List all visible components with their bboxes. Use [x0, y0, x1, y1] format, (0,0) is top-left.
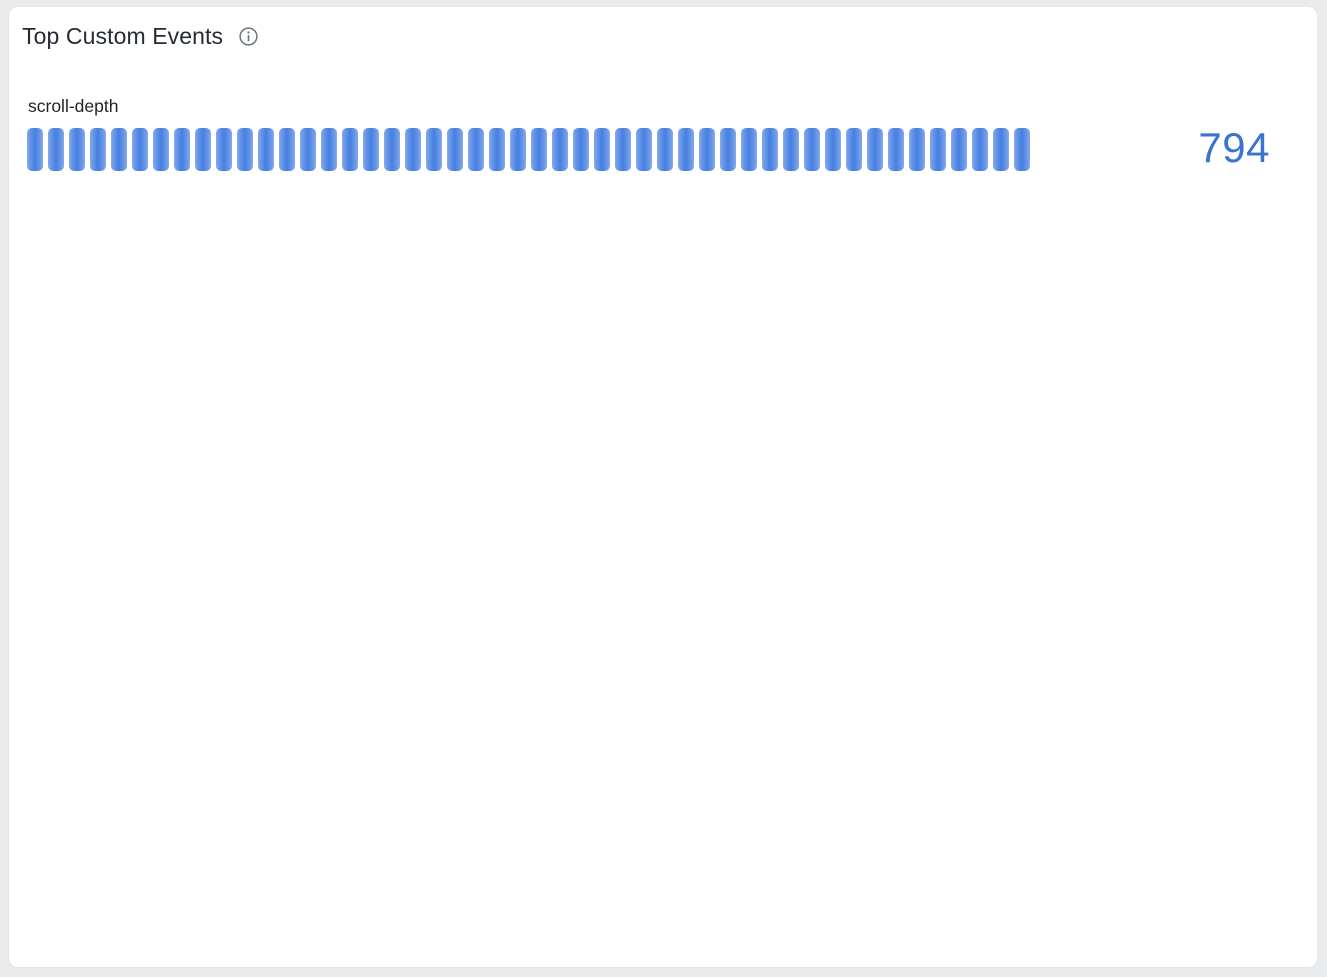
bar-segment — [573, 128, 589, 171]
bar-segment — [615, 128, 631, 171]
bar-segment — [489, 128, 505, 171]
bar-segment — [195, 128, 211, 171]
bar-segment — [132, 128, 148, 171]
bar-segment — [993, 128, 1009, 171]
bar-segment — [972, 128, 988, 171]
bar-segment — [594, 128, 610, 171]
bar-segment — [90, 128, 106, 171]
bar-segment — [846, 128, 862, 171]
card-header: Top Custom Events — [22, 21, 259, 51]
bar-segment — [657, 128, 673, 171]
bar-segment — [825, 128, 841, 171]
bar-segment — [111, 128, 127, 171]
bar-segment — [741, 128, 757, 171]
bar-segment — [636, 128, 652, 171]
bar-segment — [552, 128, 568, 171]
bar-segment — [321, 128, 337, 171]
bar-segment — [342, 128, 358, 171]
bar-segment — [426, 128, 442, 171]
bar-segment — [531, 128, 547, 171]
bar-segment — [48, 128, 64, 171]
bar-segment — [69, 128, 85, 171]
bar-segment — [363, 128, 379, 171]
bar-segment — [888, 128, 904, 171]
custom-events-chart: scroll-depth 794 — [9, 71, 1317, 967]
bar-segment — [237, 128, 253, 171]
bar-segment — [258, 128, 274, 171]
bar-segment — [1014, 128, 1030, 171]
info-circle-icon — [239, 26, 258, 46]
list-item[interactable]: scroll-depth 794 — [9, 71, 1317, 181]
bar-segment — [804, 128, 820, 171]
bar-segment — [720, 128, 736, 171]
event-name-label: scroll-depth — [28, 96, 119, 116]
bar-segment — [216, 128, 232, 171]
bar-segment — [699, 128, 715, 171]
bar-segment — [27, 128, 43, 171]
page-title: Top Custom Events — [22, 23, 224, 49]
bar-segment — [300, 128, 316, 171]
top-custom-events-card: Top Custom Events scroll-depth 794 — [8, 6, 1318, 968]
bar-segment — [174, 128, 190, 171]
bar-segment — [909, 128, 925, 171]
bar-segment — [153, 128, 169, 171]
bar-segment — [510, 128, 526, 171]
bar-segment — [783, 128, 799, 171]
bar-segment — [867, 128, 883, 171]
bar-track — [27, 128, 1172, 171]
event-bar[interactable] — [27, 128, 1035, 171]
bar-segment — [405, 128, 421, 171]
bar-segment — [930, 128, 946, 171]
event-count-value: 794 — [1198, 124, 1270, 171]
bar-segment — [447, 128, 463, 171]
bar-segment — [762, 128, 778, 171]
bar-segment — [279, 128, 295, 171]
info-icon-button[interactable] — [238, 26, 259, 47]
bar-segment — [468, 128, 484, 171]
bar-segment — [678, 128, 694, 171]
bar-segment — [384, 128, 400, 171]
bar-segment — [951, 128, 967, 171]
